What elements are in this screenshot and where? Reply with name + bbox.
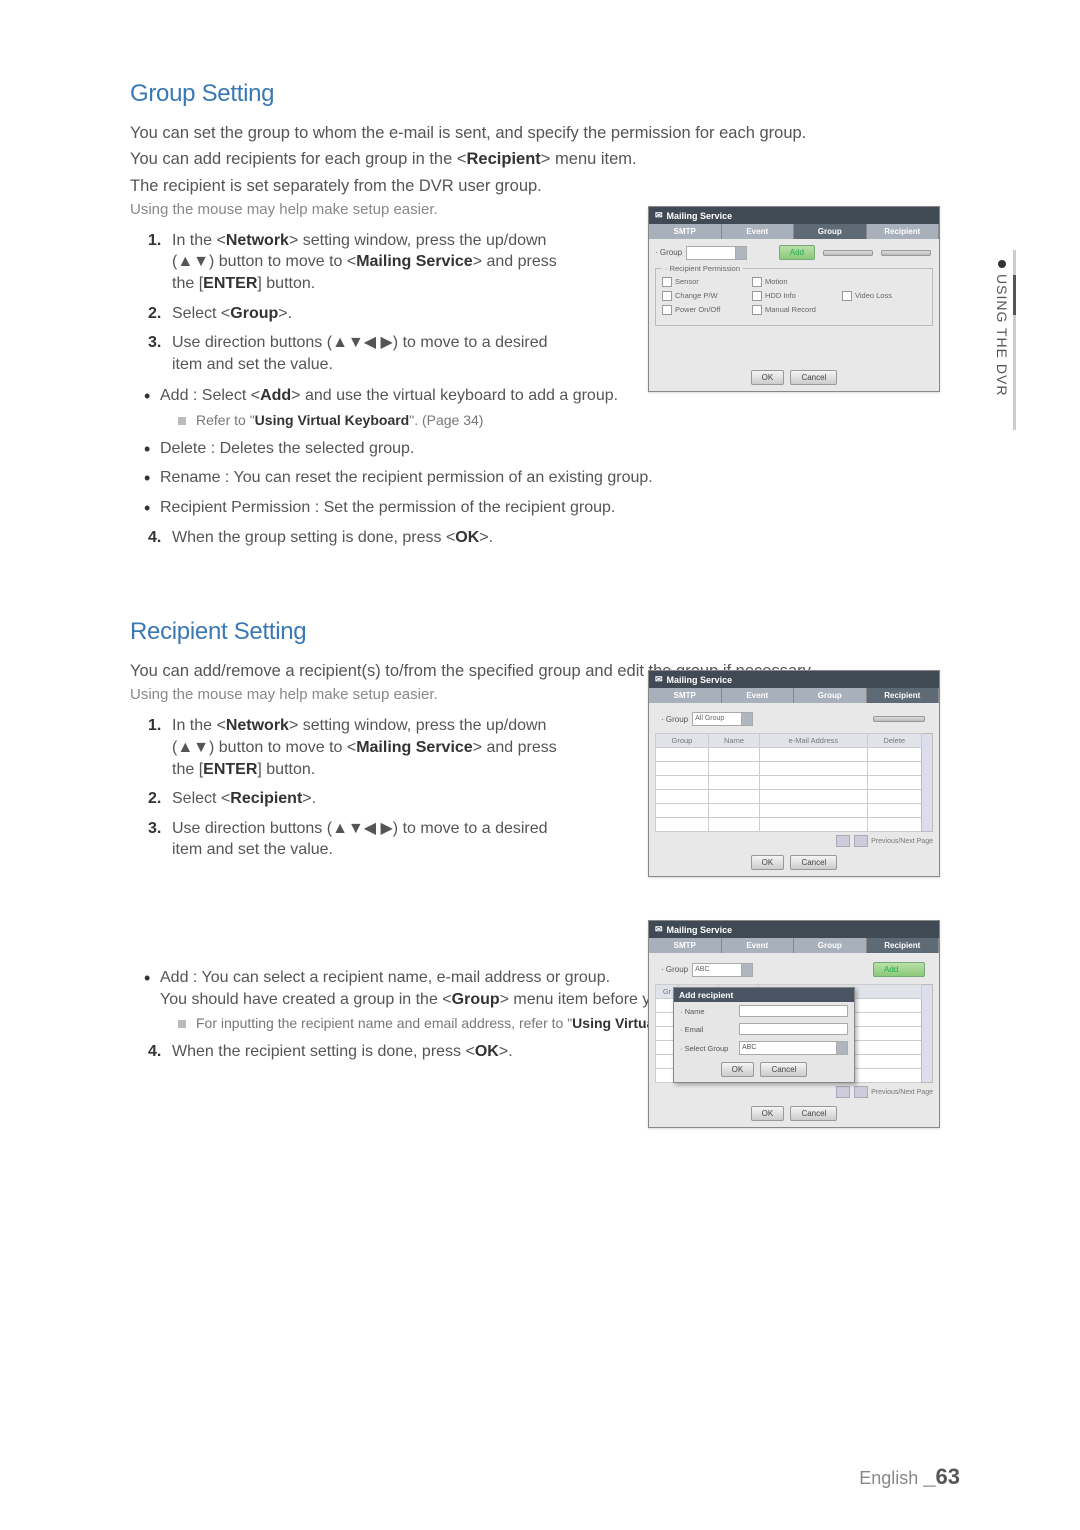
permission-legend: · Recipient Permission (662, 264, 743, 273)
modal-cancel-button[interactable]: Cancel (760, 1062, 807, 1077)
modal-email-input[interactable] (739, 1023, 848, 1035)
perm-videoloss[interactable]: Video Loss (842, 291, 926, 301)
modal-group-label: · Select Group (680, 1044, 735, 1053)
group-step-4-wrap: 4.When the group setting is done, press … (148, 527, 568, 549)
tab-group[interactable]: Group (794, 224, 867, 239)
ui-recipient-add-window: Mailing Service SMTP Event Group Recipie… (648, 920, 940, 1128)
ui-recipient-window: Mailing Service SMTP Event Group Recipie… (648, 670, 940, 877)
modal-name-input[interactable] (739, 1005, 848, 1017)
perm-manrec[interactable]: Manual Record (752, 305, 836, 315)
recipient-step-3: 3.Use direction buttons (▲▼◀ ▶) to move … (148, 818, 568, 861)
group-bullet-permission: Recipient Permission : Set the permissio… (144, 497, 960, 519)
group-step-4: 4.When the group setting is done, press … (148, 527, 568, 549)
add-button[interactable]: Add (779, 245, 815, 260)
recipient-step-1: 1.In the <Network> setting window, press… (148, 715, 568, 780)
table-row[interactable] (656, 790, 933, 804)
group-step-1: 1.In the <Network> setting window, press… (148, 230, 568, 295)
group-label-2: · Group (661, 715, 688, 724)
rename-button[interactable] (881, 250, 931, 256)
recipient-step-2: 2.Select <Recipient>. (148, 788, 568, 810)
group-dropdown-2[interactable]: All Group (692, 712, 753, 726)
ui-tabs: SMTP Event Group Recipient (649, 224, 939, 239)
table-row[interactable] (656, 762, 933, 776)
group-label-3: · Group (661, 965, 688, 974)
prev-page-button-3[interactable] (836, 1086, 850, 1098)
cancel-button[interactable]: Cancel (790, 370, 837, 385)
tab-recipient-3[interactable]: Recipient (867, 938, 940, 953)
recipient-step-4-wrap: 4.When the recipient setting is done, pr… (148, 1041, 568, 1063)
col-email: e-Mail Address (760, 734, 867, 748)
group-step-2: 2.Select <Group>. (148, 303, 568, 325)
col-name: Name (708, 734, 759, 748)
scrollbar[interactable] (922, 734, 933, 832)
page-footer: English _63 (859, 1464, 960, 1490)
tab-group-3[interactable]: Group (794, 938, 867, 953)
group-bullets: Add : Select <Add> and use the virtual k… (144, 385, 960, 518)
tab-event-3[interactable]: Event (722, 938, 795, 953)
ok-button-3[interactable]: OK (751, 1106, 785, 1121)
ok-button-2[interactable]: OK (751, 855, 785, 870)
group-setting-heading: Group Setting (130, 80, 960, 108)
pager: Previous/Next Page (655, 835, 933, 847)
tab-recipient-2[interactable]: Recipient (867, 688, 940, 703)
cancel-button-2[interactable]: Cancel (790, 855, 837, 870)
side-tab: USING THE DVR (994, 260, 1010, 396)
modal-email-label: · Email (680, 1025, 735, 1034)
side-tab-indicator (1013, 250, 1016, 430)
perm-hdd[interactable]: HDD Info (752, 291, 836, 301)
ui-group-window: Mailing Service SMTP Event Group Recipie… (648, 206, 940, 392)
group-intro-1: You can set the group to whom the e-mail… (130, 122, 960, 144)
ui-window-title-3: Mailing Service (649, 921, 939, 938)
add-button-2[interactable] (873, 716, 925, 722)
next-page-button[interactable] (854, 835, 868, 847)
cancel-button-3[interactable]: Cancel (790, 1106, 837, 1121)
recipient-step-4: 4.When the recipient setting is done, pr… (148, 1041, 568, 1063)
group-bullet-delete: Delete : Deletes the selected group. (144, 438, 960, 460)
col-group: Group (656, 734, 709, 748)
perm-power[interactable]: Power On/Off (662, 305, 746, 315)
next-page-button-3[interactable] (854, 1086, 868, 1098)
tab-recipient[interactable]: Recipient (867, 224, 940, 239)
scrollbar-3[interactable] (922, 985, 933, 1083)
modal-name-label: · Name (680, 1007, 735, 1016)
tab-group-2[interactable]: Group (794, 688, 867, 703)
group-bullet-rename: Rename : You can reset the recipient per… (144, 467, 960, 489)
tab-smtp-3[interactable]: SMTP (649, 938, 722, 953)
group-intro-2: You can add recipients for each group in… (130, 148, 960, 170)
group-steps: 1.In the <Network> setting window, press… (148, 230, 568, 376)
recipient-setting-heading: Recipient Setting (130, 618, 960, 646)
table-row[interactable] (656, 748, 933, 762)
perm-motion[interactable]: Motion (752, 277, 836, 287)
table-row[interactable] (656, 818, 933, 832)
group-bullet-add-note: Refer to "Using Virtual Keyboard". (Page… (178, 411, 960, 430)
recipient-steps: 1.In the <Network> setting window, press… (148, 715, 568, 861)
tab-smtp[interactable]: SMTP (649, 224, 722, 239)
group-step-3: 3.Use direction buttons (▲▼◀ ▶) to move … (148, 332, 568, 375)
modal-group-dropdown[interactable]: ABC (739, 1041, 848, 1055)
group-label: · Group (655, 248, 682, 257)
ok-button[interactable]: OK (751, 370, 785, 385)
ui-window-title: Mailing Service (649, 207, 939, 224)
ui-window-title-2: Mailing Service (649, 671, 939, 688)
add-recipient-modal: Add recipient · Name · Email · Select Gr… (673, 987, 855, 1083)
permission-fieldset: · Recipient Permission Sensor Motion Cha… (655, 264, 933, 326)
group-dropdown[interactable] (686, 246, 747, 260)
prev-page-button[interactable] (836, 835, 850, 847)
col-delete: Delete (867, 734, 921, 748)
perm-changepw[interactable]: Change P/W (662, 291, 746, 301)
delete-button[interactable] (823, 250, 873, 256)
group-dropdown-3[interactable]: ABC (692, 963, 753, 977)
modal-title: Add recipient (674, 988, 854, 1002)
add-button-3[interactable]: Add (873, 962, 925, 977)
table-row[interactable] (656, 804, 933, 818)
modal-ok-button[interactable]: OK (721, 1062, 755, 1077)
recipient-table: Group Name e-Mail Address Delete (655, 733, 933, 832)
perm-sensor[interactable]: Sensor (662, 277, 746, 287)
tab-event-2[interactable]: Event (722, 688, 795, 703)
tab-smtp-2[interactable]: SMTP (649, 688, 722, 703)
table-row[interactable] (656, 776, 933, 790)
group-intro-3: The recipient is set separately from the… (130, 175, 960, 197)
tab-event[interactable]: Event (722, 224, 795, 239)
